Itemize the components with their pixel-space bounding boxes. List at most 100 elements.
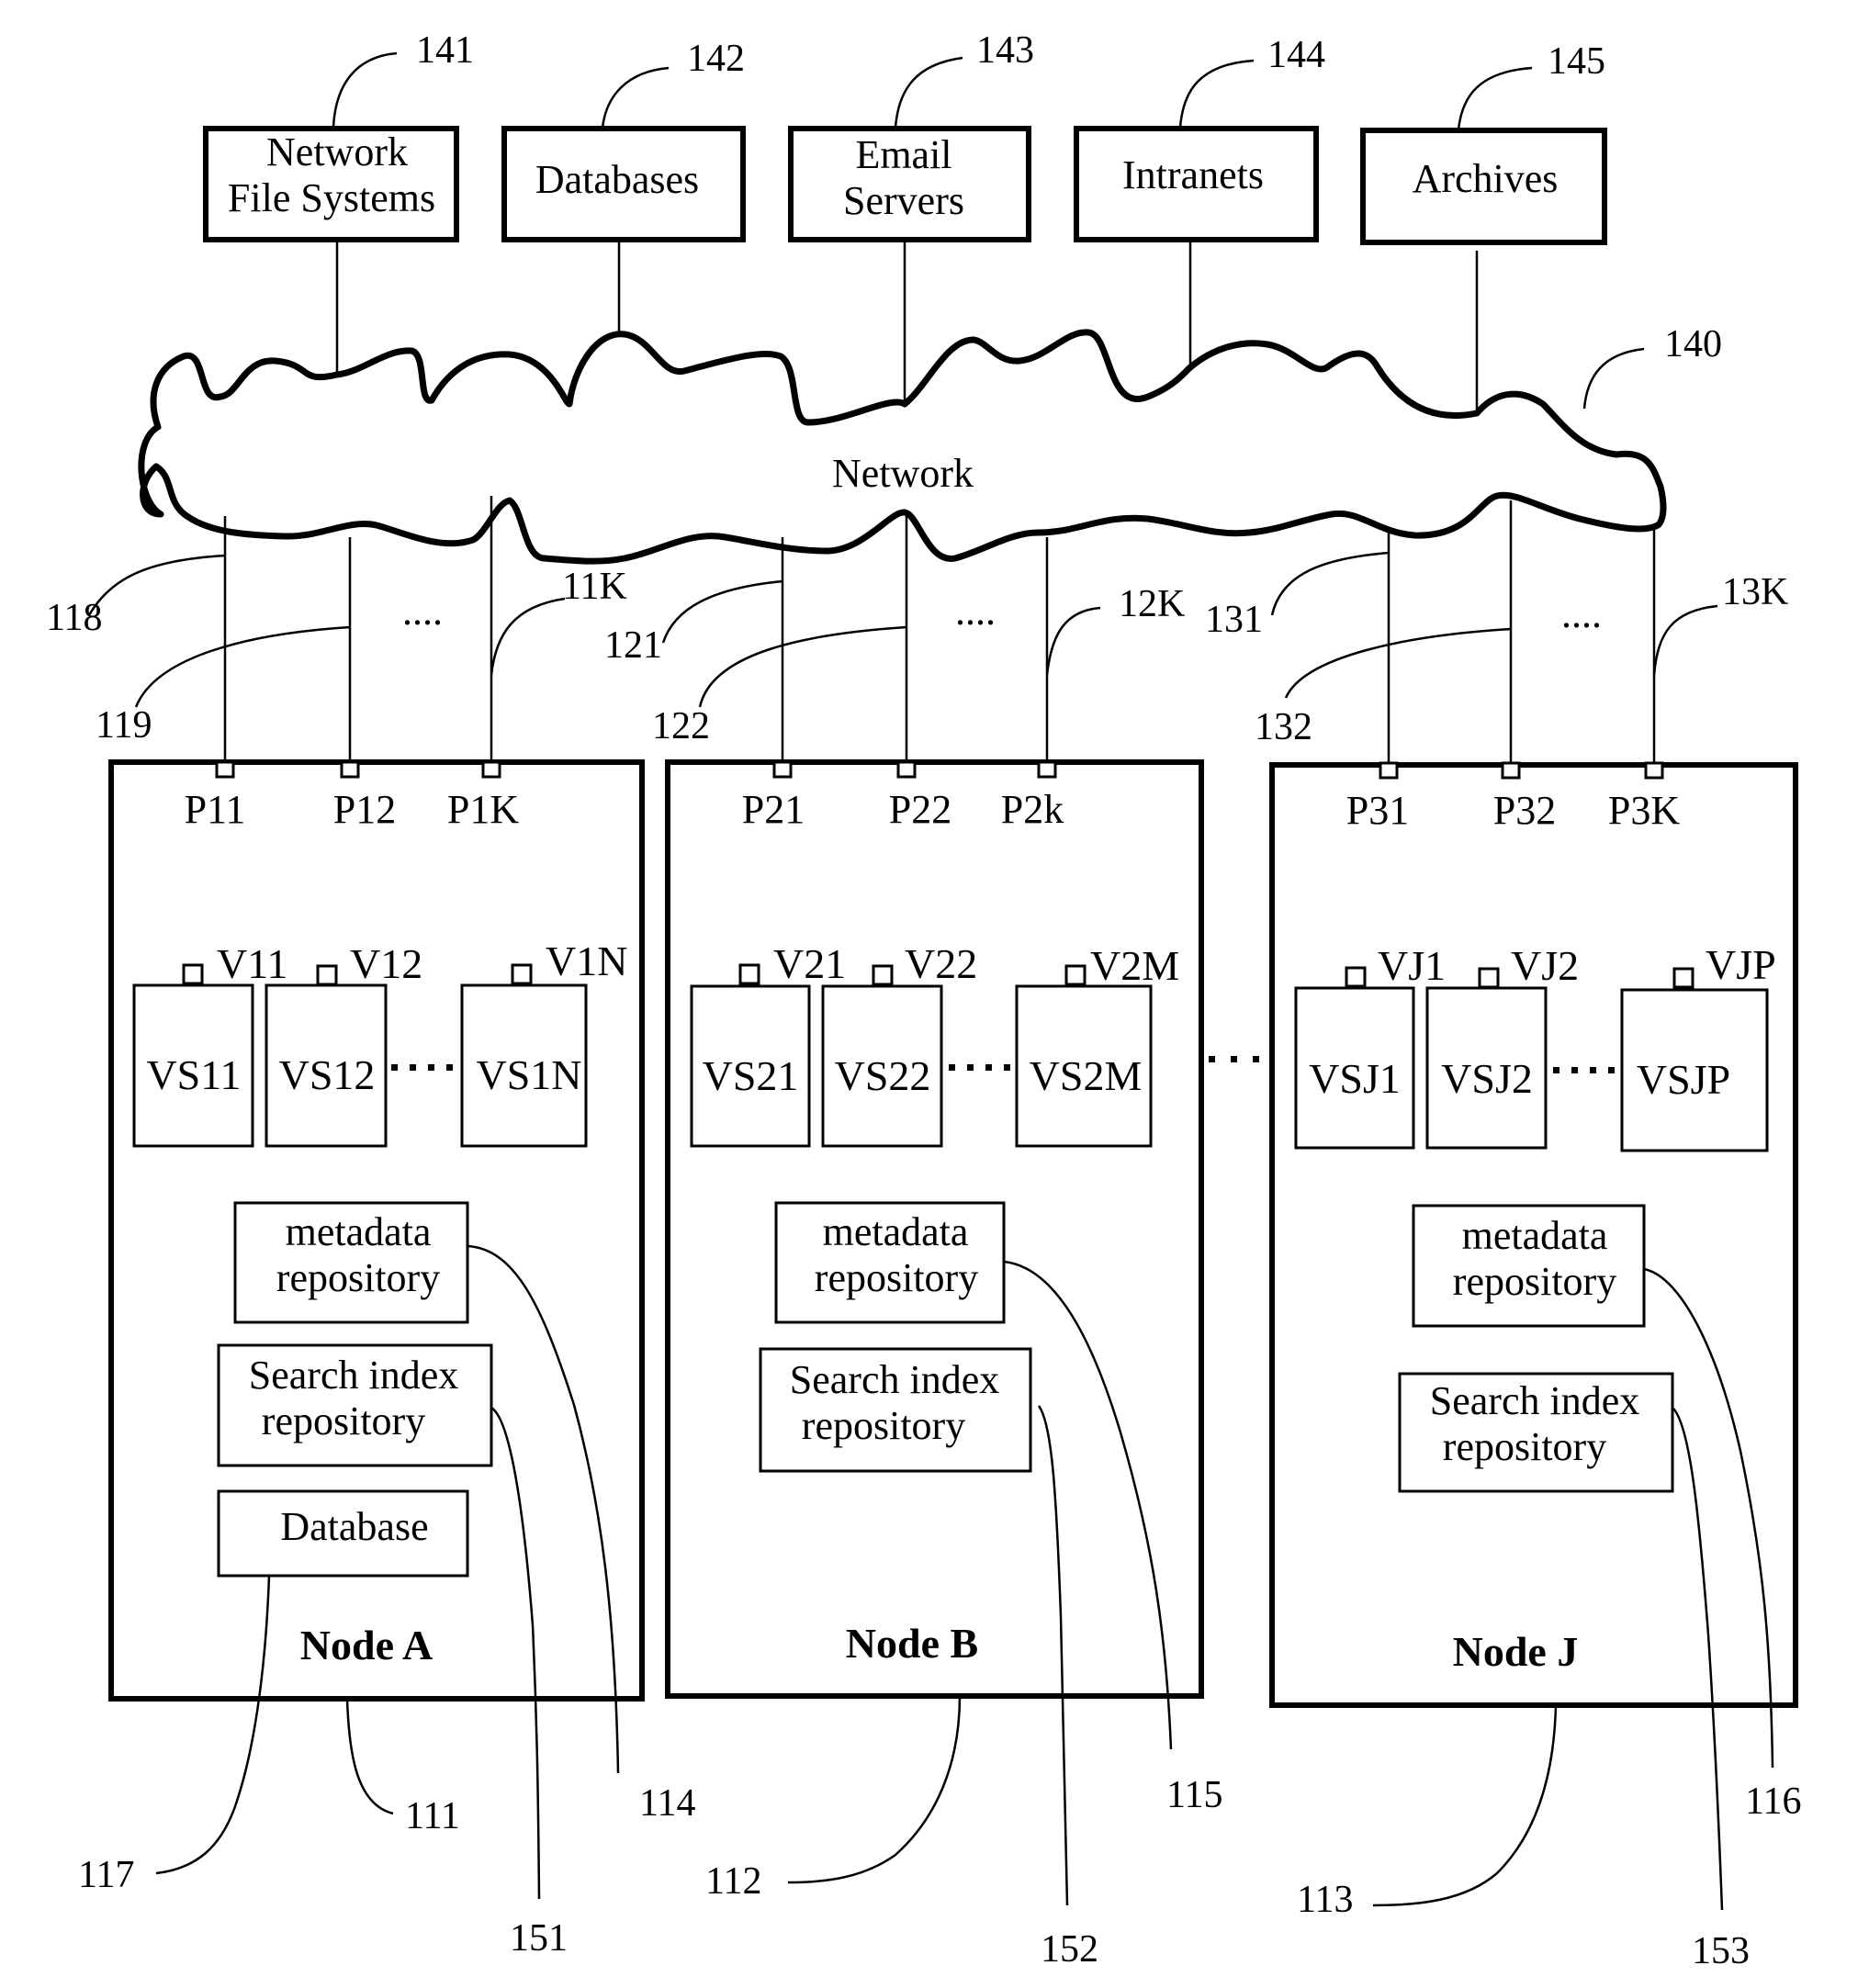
ref-111: 111 xyxy=(405,1795,460,1837)
port-label: P32 xyxy=(1493,788,1556,833)
port-label: P21 xyxy=(742,787,805,832)
port-label: P31 xyxy=(1346,788,1409,833)
search-label-line2: repository xyxy=(262,1398,425,1443)
ref-13k: 13K xyxy=(1722,571,1788,613)
ref-121: 121 xyxy=(604,624,662,667)
ref-141: 141 xyxy=(416,29,474,72)
vs-port-square xyxy=(1672,967,1694,989)
ref-122: 122 xyxy=(652,705,710,747)
node-b: P21 P22 P2k V21 V22 V2M VS21 VS22 VS2M m… xyxy=(665,759,1204,1699)
source-network-file-systems: Network File Systems 141 xyxy=(203,29,474,393)
port-label: P1K xyxy=(447,787,519,832)
node-title: Node A xyxy=(300,1622,433,1668)
vs-port-label: V11 xyxy=(217,940,288,987)
source-label-line1: Network xyxy=(266,129,408,174)
search-label-line1: Search index xyxy=(1430,1378,1639,1423)
vs-port-label: V1N xyxy=(546,938,627,984)
vs-port-square xyxy=(511,963,533,985)
ref-144: 144 xyxy=(1267,34,1325,76)
ref-140: 140 xyxy=(1664,323,1722,365)
source-label: Intranets xyxy=(1122,152,1264,197)
ref-145: 145 xyxy=(1548,40,1605,83)
virtual-server-label: VS22 xyxy=(835,1052,931,1099)
node-ellipsis xyxy=(1209,1056,1259,1062)
vs-port-square xyxy=(872,964,894,986)
search-label-line2: repository xyxy=(1443,1424,1606,1469)
source-intranets: Intranets 144 xyxy=(1074,34,1325,371)
ref-12k: 12K xyxy=(1119,583,1185,625)
source-label-line2: File Systems xyxy=(228,175,435,220)
port-p31 xyxy=(1379,761,1399,780)
ref-151: 151 xyxy=(510,1917,568,1960)
ref-116: 116 xyxy=(1745,1780,1801,1823)
virtual-server-label: VSJ2 xyxy=(1441,1055,1533,1102)
node-title: Node J xyxy=(1453,1628,1579,1675)
vs-port-label: VJP xyxy=(1706,941,1776,988)
virtual-server-label: VS1N xyxy=(476,1051,581,1098)
port-label: P11 xyxy=(185,787,246,832)
port-label: P3K xyxy=(1608,788,1680,833)
ref-112: 112 xyxy=(705,1860,761,1903)
vs-port-square xyxy=(182,963,204,985)
search-label-line1: Search index xyxy=(790,1357,999,1402)
ref-118: 118 xyxy=(46,597,102,639)
network-cloud: Network 140 xyxy=(138,323,1722,565)
vs-port-label: V2M xyxy=(1090,942,1179,989)
port-p22 xyxy=(896,760,917,779)
network-links-node-j: 131 132 13K .... xyxy=(1205,500,1788,762)
node-title: Node B xyxy=(846,1620,978,1667)
distributed-search-diagram: Network File Systems 141 Databases 142 E… xyxy=(46,29,1801,1972)
vs-port-label: V12 xyxy=(350,940,422,987)
ellipsis-node-b: .... xyxy=(955,589,996,634)
ref-114: 114 xyxy=(639,1782,695,1825)
virtual-server-label: VS11 xyxy=(146,1051,241,1098)
port-label: P22 xyxy=(889,787,951,832)
metadata-label-line1: metadata xyxy=(823,1209,969,1254)
ref-115: 115 xyxy=(1166,1774,1222,1816)
database-label: Database xyxy=(280,1504,428,1549)
ref-143: 143 xyxy=(976,29,1034,72)
port-label: P12 xyxy=(333,787,396,832)
network-label: Network xyxy=(832,451,974,496)
node-j: P31 P32 P3K VJ1 VJ2 VJP VSJ1 VSJ2 VSJP m… xyxy=(1269,761,1798,1708)
virtual-server-label: VSJP xyxy=(1637,1056,1730,1103)
port-label: P2k xyxy=(1001,787,1064,832)
ref-153: 153 xyxy=(1692,1930,1750,1972)
metadata-label-line1: metadata xyxy=(286,1209,432,1254)
vs-port-label: VJ2 xyxy=(1511,942,1579,989)
vs-port-square xyxy=(1345,966,1367,988)
vs-port-square xyxy=(1064,964,1086,986)
ref-152: 152 xyxy=(1041,1928,1098,1971)
source-databases: Databases 142 xyxy=(501,38,746,337)
port-p1k xyxy=(481,760,501,779)
ref-132: 132 xyxy=(1255,706,1312,748)
vs-port-square xyxy=(1478,967,1500,989)
network-links-node-b: 121 122 12K .... xyxy=(604,514,1185,762)
port-p3k xyxy=(1644,761,1664,780)
ref-11k: 11K xyxy=(562,566,627,608)
source-label: Databases xyxy=(535,157,699,202)
port-p12 xyxy=(340,760,360,779)
virtual-server-label: VS21 xyxy=(703,1052,799,1099)
ellipsis-node-j: .... xyxy=(1561,591,1602,636)
source-label-line2: Servers xyxy=(843,178,964,223)
port-p11 xyxy=(215,760,235,779)
node-a: P11 P12 P1K V11 V12 V1N VS11 VS12 VS1N m… xyxy=(108,759,645,1702)
search-label-line1: Search index xyxy=(249,1353,458,1398)
vs-port-square xyxy=(316,964,338,986)
vs-port-square xyxy=(738,963,760,985)
metadata-label-line2: repository xyxy=(1453,1259,1616,1304)
port-p32 xyxy=(1501,761,1521,780)
vs-port-label: V22 xyxy=(905,940,977,987)
source-archives: Archives 145 xyxy=(1360,40,1607,413)
source-label: Archives xyxy=(1413,156,1559,201)
port-p2k xyxy=(1037,760,1057,779)
search-label-line2: repository xyxy=(802,1403,965,1448)
ellipsis-node-a: .... xyxy=(402,589,443,634)
source-email-servers: Email Servers 143 xyxy=(788,29,1034,404)
ref-131: 131 xyxy=(1205,599,1263,641)
virtual-server-label: VSJ1 xyxy=(1309,1055,1401,1102)
source-label-line1: Email xyxy=(855,132,951,177)
vs-port-label: VJ1 xyxy=(1378,942,1446,989)
ref-117: 117 xyxy=(78,1854,134,1896)
